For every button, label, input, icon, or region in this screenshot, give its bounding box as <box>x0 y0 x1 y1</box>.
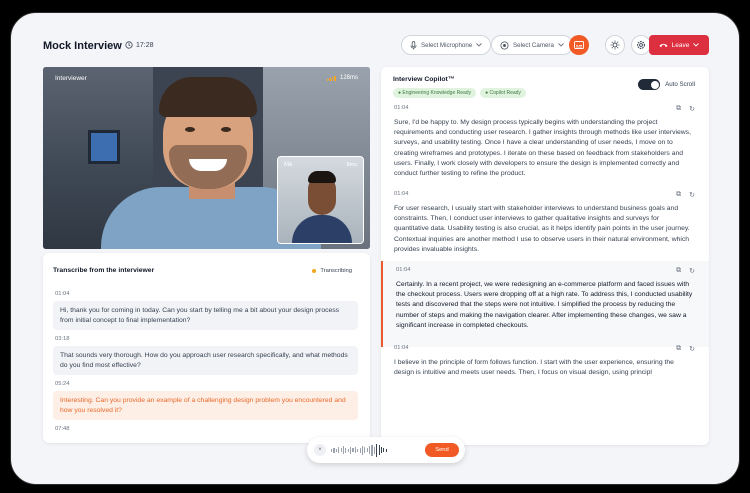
status-badge-label: Engineering Knowledge Ready <box>402 90 472 96</box>
answer-tools: ⧉ ↻ <box>676 345 695 353</box>
theme-toggle-button[interactable] <box>605 35 625 55</box>
signal-icon <box>326 75 337 81</box>
page-title: Mock Interview <box>43 40 122 52</box>
timer-value: 17:28 <box>136 41 154 49</box>
interviewer-smile <box>189 159 227 171</box>
answer-time: 01:04 <box>396 267 411 273</box>
copy-icon[interactable]: ⧉ <box>676 105 681 113</box>
copilot-answer: 01:04 ⧉ ↻ Sure, I'd be happy to. My desi… <box>381 99 709 185</box>
refresh-icon[interactable]: ↻ <box>689 191 695 199</box>
copy-icon[interactable]: ⧉ <box>676 267 681 275</box>
session-timer: 17:28 <box>125 41 154 49</box>
chevron-down-icon <box>693 43 700 47</box>
close-icon: × <box>318 447 322 453</box>
answer-time: 01:04 <box>394 191 409 197</box>
microphone-icon <box>410 40 417 49</box>
self-video-label: Me <box>284 162 293 168</box>
status-badge: ● Engineering Knowledge Ready <box>393 88 477 98</box>
captions-button[interactable] <box>569 35 589 55</box>
top-bar: Mock Interview 17:28 Select Microphone S… <box>25 21 727 69</box>
gear-icon <box>637 41 645 49</box>
clock-icon <box>125 41 133 49</box>
self-video-latency: 8ms <box>346 162 357 168</box>
transcript-title: Transcribe from the interviewer <box>53 267 155 274</box>
message-time: 05:24 <box>55 381 70 387</box>
transcript-message: Hi, thank you for coming in today. Can y… <box>53 301 358 330</box>
interviewer-eye <box>185 127 195 132</box>
interviewer-label: Interviewer <box>55 75 87 82</box>
copilot-panel: Interview Copilot™ ● Engineering Knowled… <box>381 67 709 445</box>
message-time: 07:48 <box>55 426 70 432</box>
copilot-answer: 01:04 ⧉ ↻ For user research, I usually s… <box>381 185 709 271</box>
self-video[interactable]: Me 8ms <box>277 156 364 244</box>
voice-send-bar: × Send <box>307 437 465 463</box>
copilot-title: Interview Copilot™ <box>393 76 455 83</box>
captions-icon <box>574 41 584 49</box>
answer-time: 01:04 <box>394 345 409 351</box>
device-frame: Mock Interview 17:28 Select Microphone S… <box>10 12 740 485</box>
send-button[interactable]: Send <box>425 443 459 457</box>
background-monitor <box>88 130 120 164</box>
camera-select[interactable]: Select Camera <box>491 35 573 55</box>
transcript-message: That sounds very thorough. How do you ap… <box>53 346 358 375</box>
autoscroll-control: Auto Scroll <box>638 79 695 90</box>
leave-button[interactable]: Leave <box>649 35 709 55</box>
sun-icon <box>610 40 620 50</box>
transcript-message-highlighted: Interesting. Can you provide an example … <box>53 391 358 420</box>
copy-icon[interactable]: ⧉ <box>676 345 681 353</box>
answer-tools: ⧉ ↻ <box>676 267 695 275</box>
copilot-answer-active: 01:04 ⧉ ↻ Certainly. In a recent project… <box>381 261 709 347</box>
interviewer-video: Interviewer 128ms Me 8ms <box>43 67 370 249</box>
microphone-select-label: Select Microphone <box>421 41 473 49</box>
transcript-list: 01:04 Hi, thank you for coming in today.… <box>53 285 358 436</box>
app: Mock Interview 17:28 Select Microphone S… <box>25 21 727 476</box>
answer-text: Sure, I'd be happy to. My design process… <box>394 119 691 178</box>
interviewer-hair <box>159 77 257 117</box>
chevron-down-icon <box>558 43 564 47</box>
phone-hangup-icon <box>659 43 668 48</box>
refresh-icon[interactable]: ↻ <box>689 105 695 113</box>
microphone-select[interactable]: Select Microphone <box>401 35 492 55</box>
self-video-hair <box>308 171 336 183</box>
status-dot-icon <box>312 269 317 273</box>
cancel-recording-button[interactable]: × <box>314 444 326 456</box>
leave-button-label: Leave <box>671 41 690 49</box>
settings-button[interactable] <box>631 35 651 55</box>
copilot-answer: 01:04 ⧉ ↻ I believe in the principle of … <box>381 339 709 399</box>
answer-text: I believe in the principle of form follo… <box>394 359 674 377</box>
interviewer-eye <box>221 127 231 132</box>
answer-text: Certainly. In a recent project, we were … <box>396 281 693 329</box>
answer-text: For user research, I usually start with … <box>394 205 690 253</box>
chevron-down-icon <box>476 43 483 47</box>
answer-time: 01:04 <box>394 105 409 111</box>
interviewer-latency-value: 128ms <box>339 75 358 81</box>
interviewer-latency: 128ms <box>326 75 358 81</box>
copy-icon[interactable]: ⧉ <box>676 191 681 199</box>
message-time: 01:04 <box>55 291 70 297</box>
refresh-icon[interactable]: ↻ <box>689 267 695 275</box>
autoscroll-toggle[interactable] <box>638 79 661 90</box>
transcribing-status: Transcribing <box>312 268 352 274</box>
answer-tools: ⧉ ↻ <box>676 105 695 113</box>
autoscroll-label: Auto Scroll <box>665 81 695 88</box>
answer-tools: ⧉ ↻ <box>676 191 695 199</box>
refresh-icon[interactable]: ↻ <box>689 345 695 353</box>
camera-select-label: Select Camera <box>513 41 554 49</box>
transcript-panel: Transcribe from the interviewer Transcri… <box>43 253 370 443</box>
status-badge: ● Copilot Ready <box>480 88 526 98</box>
transcribing-status-label: Transcribing <box>320 268 352 274</box>
copilot-tags: ● Engineering Knowledge Ready ● Copilot … <box>393 88 526 98</box>
status-badge-label: Copilot Ready <box>489 90 521 96</box>
waveform <box>331 443 387 457</box>
camera-icon <box>500 40 509 50</box>
message-time: 03:18 <box>55 336 70 342</box>
